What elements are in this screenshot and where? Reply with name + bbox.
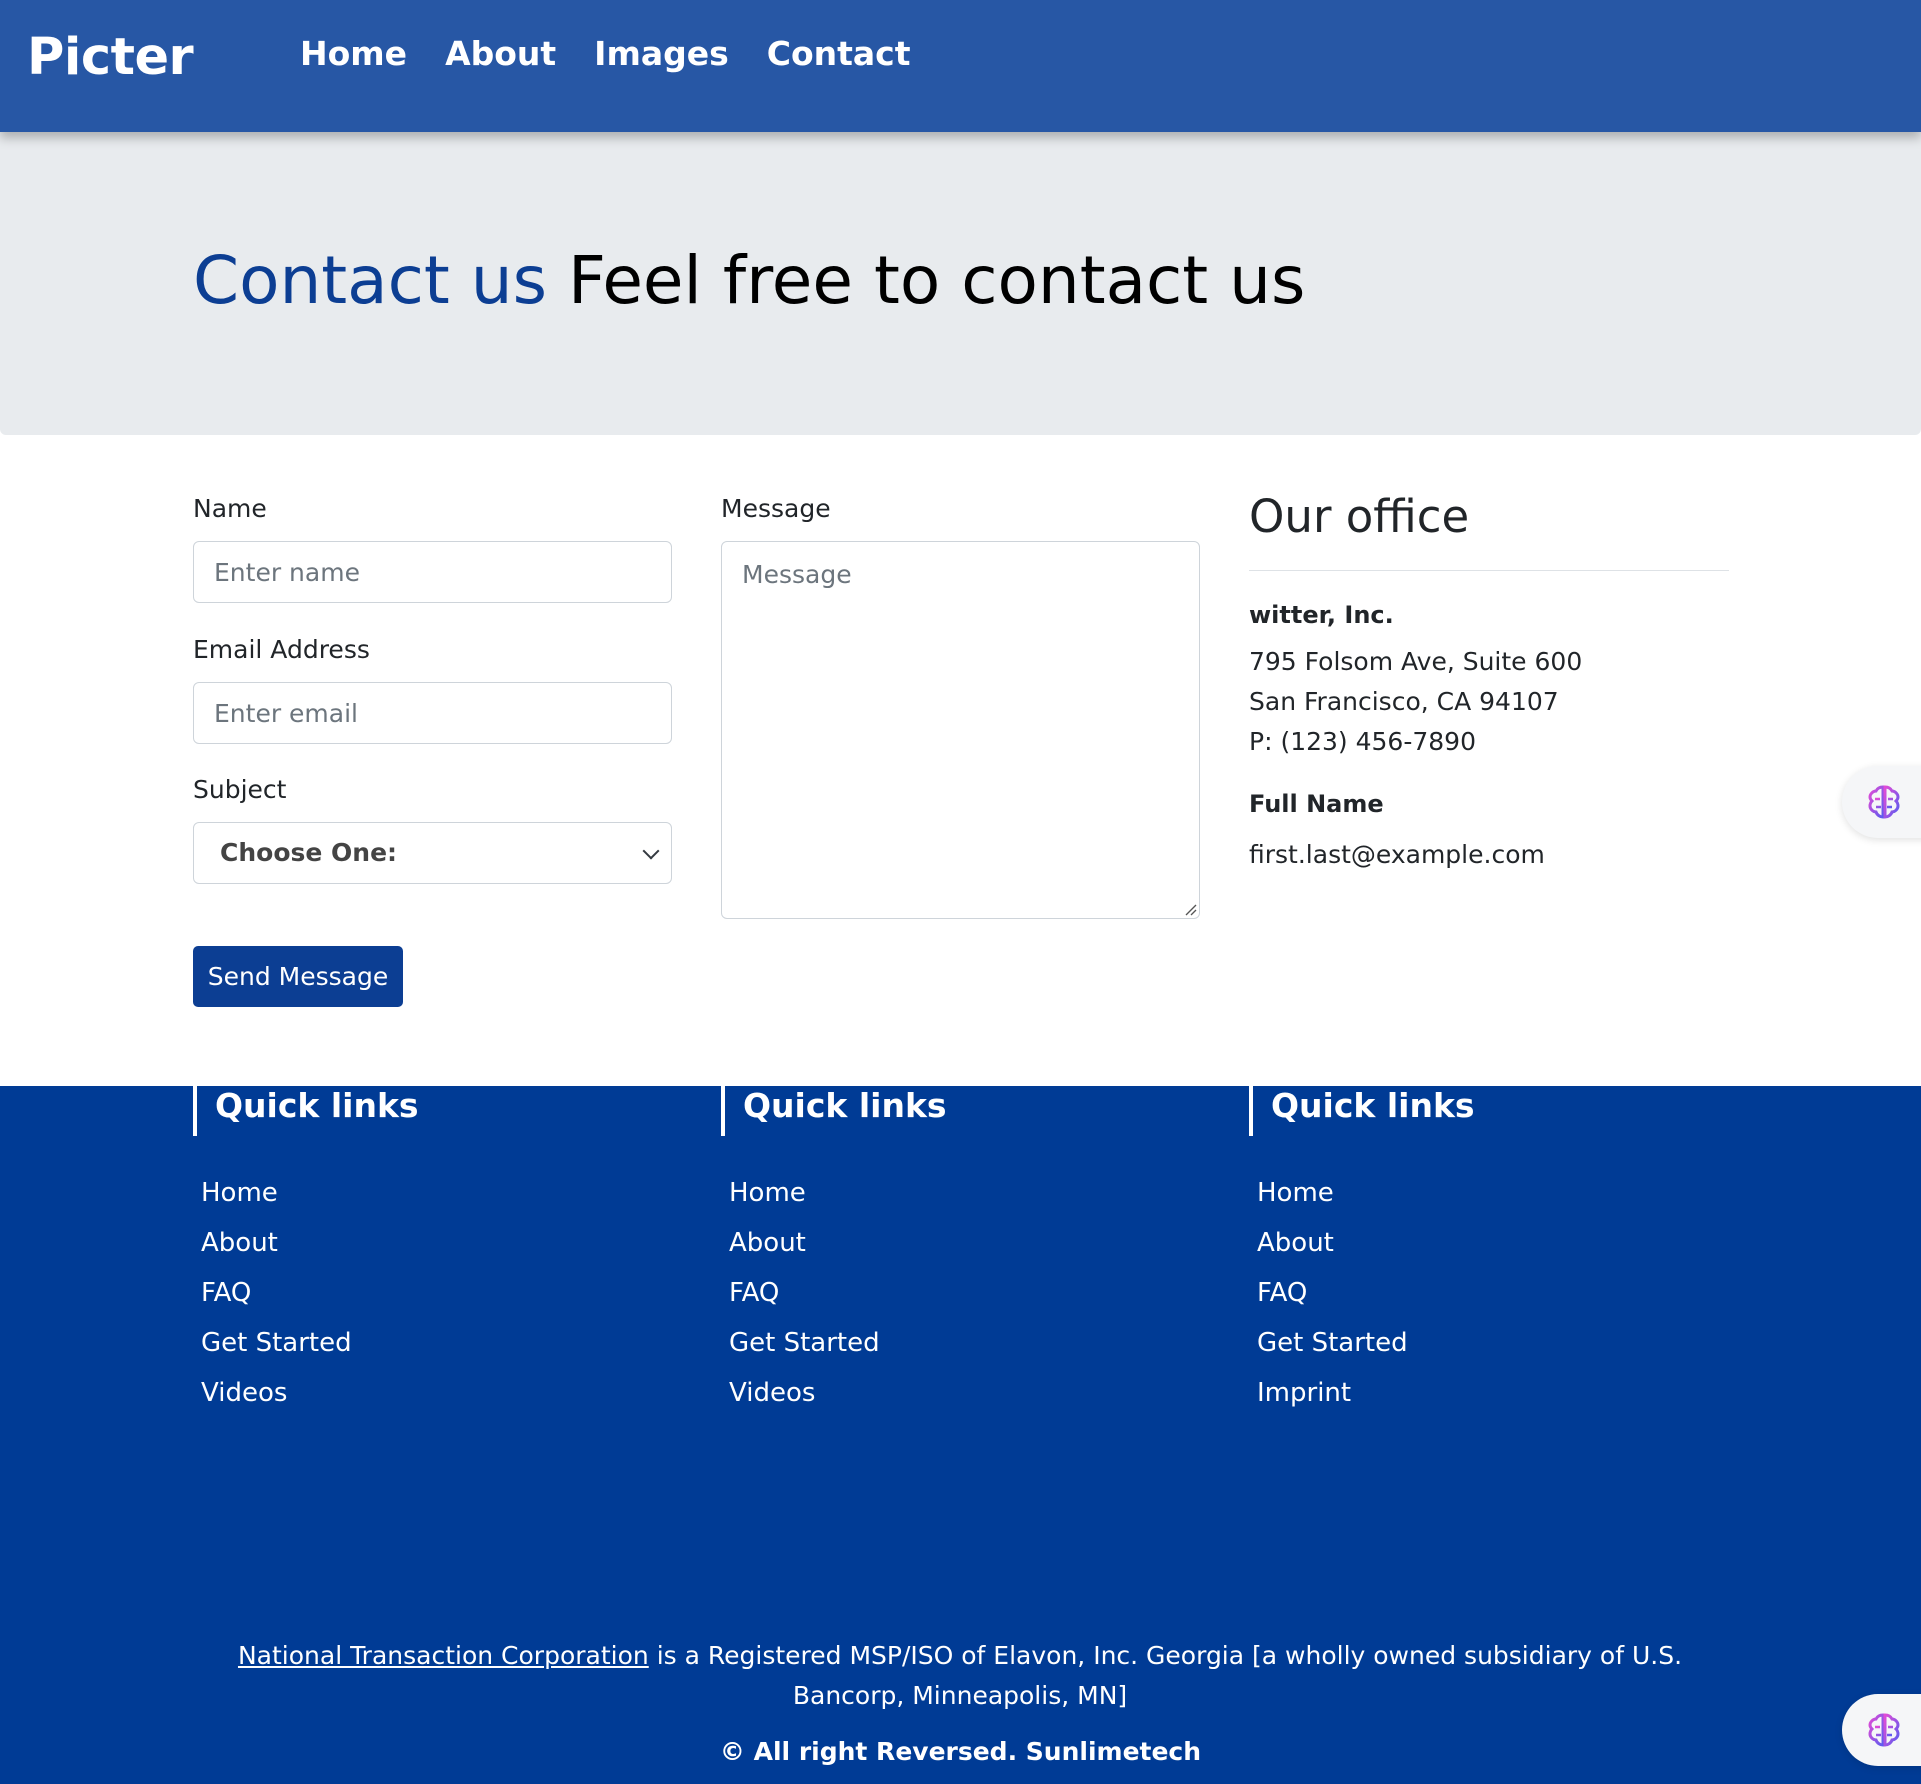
- footer-link-videos[interactable]: Videos: [729, 1378, 815, 1408]
- footer-link-home[interactable]: Home: [1257, 1178, 1334, 1208]
- footer-link-about[interactable]: About: [1257, 1228, 1334, 1258]
- page-title: Contact us Feel free to contact us: [193, 242, 1305, 319]
- assistant-widget-button[interactable]: [1842, 1694, 1921, 1766]
- office-contact-email[interactable]: first.last@example.com: [1249, 840, 1545, 869]
- brain-icon: [1868, 785, 1900, 819]
- send-message-button[interactable]: Send Message: [193, 946, 403, 1007]
- office-contact-name: Full Name: [1249, 790, 1384, 818]
- footer-link-home[interactable]: Home: [201, 1178, 278, 1208]
- legal-company-link[interactable]: National Transaction Corporation: [238, 1641, 649, 1670]
- subject-select[interactable]: Choose One:: [193, 822, 672, 884]
- page-title-rest: Feel free to contact us: [567, 242, 1306, 319]
- hero-banner: Contact us Feel free to contact us: [0, 132, 1921, 435]
- office-address-line2: San Francisco, CA 94107: [1249, 687, 1559, 716]
- footer-copyright: © All right Reversed. Sunlimetech: [719, 1737, 1202, 1766]
- name-label: Name: [193, 494, 267, 523]
- office-heading: Our office: [1249, 490, 1470, 543]
- footer-link-list: Home About FAQ Get Started Videos: [201, 1178, 352, 1428]
- email-input[interactable]: [193, 682, 672, 744]
- footer-link-imprint[interactable]: Imprint: [1257, 1378, 1351, 1408]
- brand-logo[interactable]: Picter: [27, 28, 194, 87]
- footer-link-list: Home About FAQ Get Started Imprint: [1257, 1178, 1408, 1428]
- legal-description: is a Registered MSP/ISO of Elavon, Inc. …: [648, 1641, 1683, 1710]
- message-label: Message: [721, 494, 831, 523]
- office-company: witter, Inc.: [1249, 601, 1394, 629]
- email-label: Email Address: [193, 635, 370, 664]
- brain-icon: [1868, 1713, 1900, 1747]
- office-phone: P: (123) 456-7890: [1249, 727, 1476, 756]
- assistant-widget-button[interactable]: [1842, 766, 1921, 838]
- nav-about-link[interactable]: About: [445, 34, 556, 73]
- footer-link-get-started[interactable]: Get Started: [201, 1328, 352, 1358]
- footer-link-list: Home About FAQ Get Started Videos: [729, 1178, 880, 1428]
- message-textarea[interactable]: [721, 541, 1200, 919]
- footer-link-home[interactable]: Home: [729, 1178, 806, 1208]
- footer-link-faq[interactable]: FAQ: [201, 1278, 251, 1308]
- footer-link-get-started[interactable]: Get Started: [1257, 1328, 1408, 1358]
- site-footer: Quick links Home About FAQ Get Started V…: [0, 1086, 1921, 1784]
- page-title-accent: Contact us: [193, 242, 547, 319]
- resize-handle-icon[interactable]: [1185, 904, 1197, 916]
- top-navbar: Picter Home About Images Contact: [0, 0, 1921, 132]
- footer-link-faq[interactable]: FAQ: [729, 1278, 779, 1308]
- footer-column-title: Quick links: [721, 1086, 947, 1136]
- nav-menu: Home About Images Contact: [300, 34, 911, 73]
- footer-link-videos[interactable]: Videos: [201, 1378, 287, 1408]
- footer-column-title: Quick links: [193, 1086, 419, 1136]
- footer-column-title: Quick links: [1249, 1086, 1475, 1136]
- nav-contact-link[interactable]: Contact: [767, 34, 911, 73]
- office-divider: [1249, 570, 1729, 571]
- footer-link-faq[interactable]: FAQ: [1257, 1278, 1307, 1308]
- subject-select-value: Choose One:: [220, 838, 398, 867]
- chevron-down-icon: [642, 842, 660, 860]
- nav-images-link[interactable]: Images: [594, 34, 729, 73]
- office-address-line1: 795 Folsom Ave, Suite 600: [1249, 647, 1583, 676]
- footer-legal-text: National Transaction Corporation is a Re…: [190, 1636, 1730, 1716]
- name-input[interactable]: [193, 541, 672, 603]
- nav-home-link[interactable]: Home: [300, 34, 407, 73]
- footer-link-about[interactable]: About: [729, 1228, 806, 1258]
- footer-link-about[interactable]: About: [201, 1228, 278, 1258]
- footer-link-get-started[interactable]: Get Started: [729, 1328, 880, 1358]
- subject-label: Subject: [193, 775, 287, 804]
